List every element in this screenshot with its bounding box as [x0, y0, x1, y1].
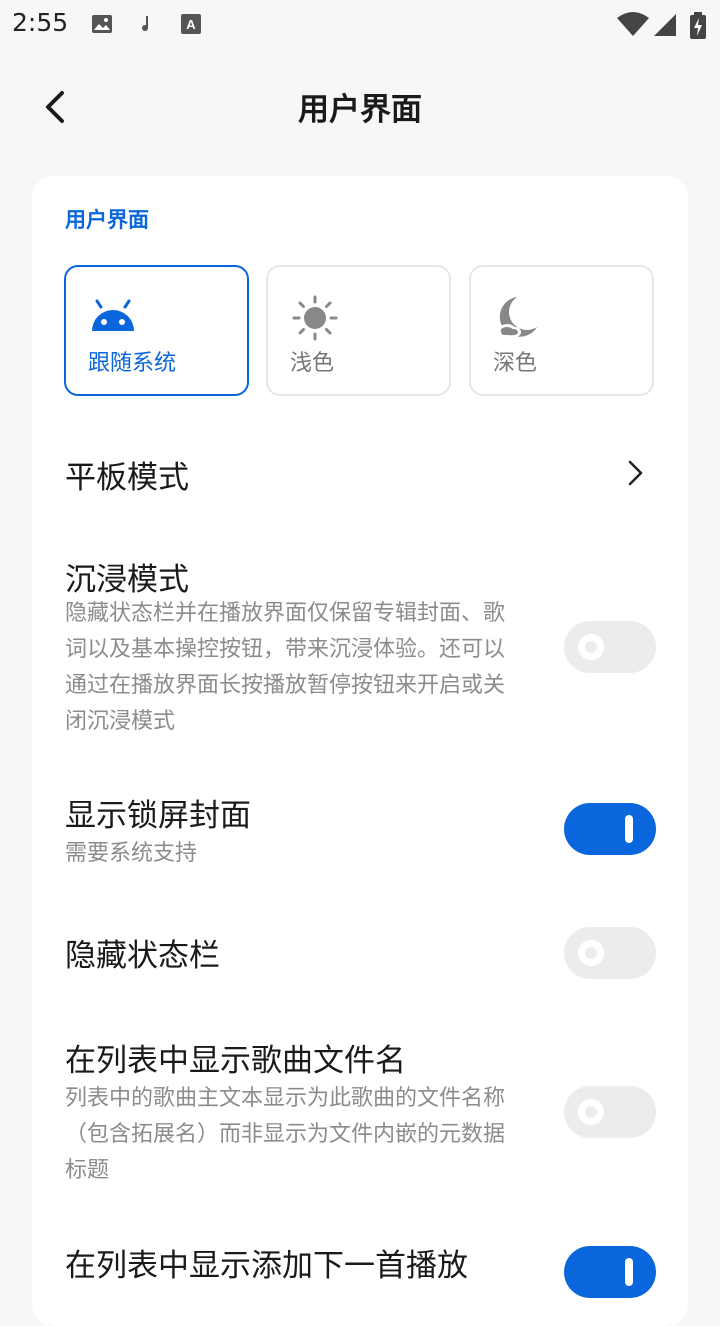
chevron-right-icon: [628, 460, 643, 486]
lockscreen-cover-title: 显示锁屏封面: [65, 798, 251, 834]
hide-status-bar-toggle[interactable]: [564, 927, 656, 979]
lockscreen-cover-desc: 需要系统支持: [65, 841, 198, 866]
svg-text:A: A: [186, 17, 196, 32]
image-icon: [92, 15, 112, 33]
tablet-mode-title: 平板模式: [65, 460, 189, 496]
settings-card: 用户界面 跟随系统 浅色 深色 平板模式 沉浸模式 隐藏状态栏并在播放界面仅保留…: [32, 176, 688, 1326]
theme-option-light[interactable]: 浅色: [266, 265, 451, 396]
font-a-icon: A: [181, 14, 201, 34]
show-play-next-title: 在列表中显示添加下一首播放: [65, 1248, 468, 1284]
toggle-knob: [578, 634, 604, 660]
status-time: 2:55: [12, 8, 69, 37]
show-filename-title: 在列表中显示歌曲文件名: [65, 1043, 406, 1079]
show-filename-desc: 列表中的歌曲主文本显示为此歌曲的文件名称（包含拓展名）而非显示为文件内嵌的元数据…: [65, 1086, 506, 1183]
show-play-next-row: 在列表中显示添加下一首播放: [32, 1236, 688, 1316]
toggle-knob: [625, 1258, 633, 1286]
lockscreen-cover-toggle[interactable]: [564, 803, 656, 855]
signal-icon: [654, 14, 676, 36]
moon-icon: [498, 297, 537, 338]
music-note-icon: [142, 16, 148, 31]
theme-option-follow-system[interactable]: 跟随系统: [64, 265, 249, 396]
android-icon: [92, 299, 134, 331]
hide-status-bar-title: 隐藏状态栏: [65, 938, 220, 974]
app-bar: 用户界面: [0, 60, 720, 150]
show-filename-toggle[interactable]: [564, 1086, 656, 1138]
theme-option-dark[interactable]: 深色: [469, 265, 654, 396]
toggle-knob: [578, 1099, 604, 1125]
lockscreen-cover-row: 显示锁屏封面 需要系统支持: [32, 786, 688, 886]
battery-charging-icon: [690, 12, 706, 39]
immersive-mode-row: 沉浸模式 隐藏状态栏并在播放界面仅保留专辑封面、歌词以及基本操控按钮，带来沉浸体…: [32, 546, 688, 756]
theme-option-label: 跟随系统: [88, 351, 177, 376]
theme-option-label: 深色: [493, 351, 538, 376]
theme-option-label: 浅色: [290, 351, 335, 376]
hide-status-bar-row: 隐藏状态栏: [32, 916, 688, 996]
toggle-knob: [578, 940, 604, 966]
immersive-mode-desc: 隐藏状态栏并在播放界面仅保留专辑封面、歌词以及基本操控按钮，带来沉浸体验。还可以…: [65, 601, 506, 734]
immersive-mode-toggle[interactable]: [564, 621, 656, 673]
show-play-next-toggle[interactable]: [564, 1246, 656, 1298]
toggle-knob: [625, 815, 633, 843]
page-title: 用户界面: [298, 92, 422, 128]
immersive-mode-title: 沉浸模式: [65, 562, 189, 598]
status-bar: 2:55 A: [0, 0, 720, 50]
tablet-mode-row[interactable]: 平板模式: [32, 426, 688, 516]
show-filename-row: 在列表中显示歌曲文件名 列表中的歌曲主文本显示为此歌曲的文件名称（包含拓展名）而…: [32, 1031, 688, 1201]
sun-icon: [292, 295, 338, 341]
wifi-icon: [617, 12, 649, 36]
section-title: 用户界面: [65, 208, 149, 232]
